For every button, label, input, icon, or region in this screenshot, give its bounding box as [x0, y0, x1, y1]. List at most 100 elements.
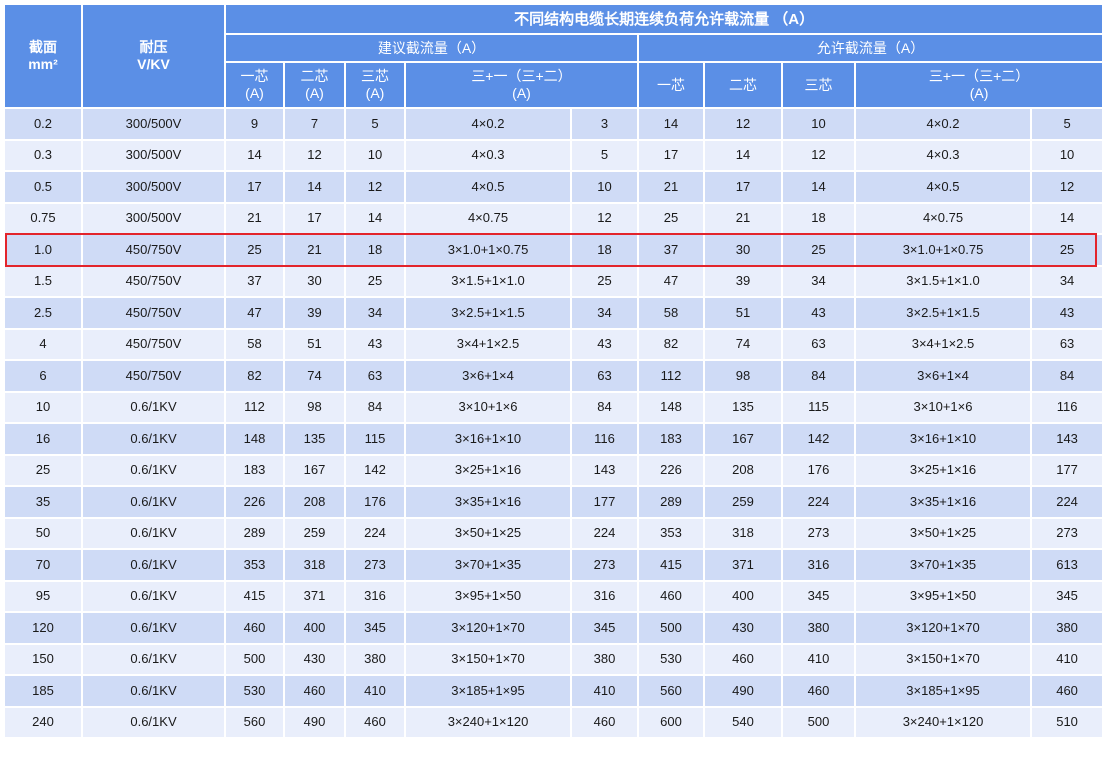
rec-combo-cell: 25	[570, 264, 639, 298]
voltage-header: 耐压 V/KV	[81, 3, 226, 109]
rec-combo-cell: 3	[570, 107, 639, 141]
allow-spec-cell: 3×150+1×70	[854, 642, 1032, 676]
rec-three-core-cell: 380	[344, 642, 406, 676]
rec-three-core-cell: 316	[344, 579, 406, 613]
allow-spec-cell: 4×0.5	[854, 170, 1032, 204]
rec-two-core-cell: 135	[283, 422, 346, 456]
rec-spec-cell: 3×120+1×70	[404, 611, 572, 645]
allow-one-core-cell: 560	[637, 674, 705, 708]
voltage-cell: 450/750V	[81, 233, 226, 267]
rec-spec-cell: 3×4+1×2.5	[404, 327, 572, 361]
allow-spec-cell: 4×0.2	[854, 107, 1032, 141]
allow-spec-cell: 3×95+1×50	[854, 579, 1032, 613]
rec-combo-cell: 84	[570, 390, 639, 424]
allow-two-core-cell: 12	[703, 107, 783, 141]
allow-spec-cell: 3×185+1×95	[854, 674, 1032, 708]
rec-spec-cell: 3×6+1×4	[404, 359, 572, 393]
voltage-cell: 300/500V	[81, 107, 226, 141]
allow-spec-cell: 3×1.5+1×1.0	[854, 264, 1032, 298]
allow-two-core-cell: 14	[703, 138, 783, 172]
allow-one-core-cell: 530	[637, 642, 705, 676]
voltage-cell: 300/500V	[81, 170, 226, 204]
rec-one-core-cell: 530	[224, 674, 285, 708]
rec-two-core-cell: 30	[283, 264, 346, 298]
rec-combo-cell: 380	[570, 642, 639, 676]
rec-spec-cell: 3×10+1×6	[404, 390, 572, 424]
rec-three-core-cell: 460	[344, 705, 406, 739]
allow-three-core-cell: 460	[781, 674, 856, 708]
allow-spec-cell: 3×10+1×6	[854, 390, 1032, 424]
allow-two-core-header: 二芯	[703, 61, 783, 109]
rec-one-core-cell: 14	[224, 138, 285, 172]
allow-combo-cell: 410	[1029, 642, 1105, 676]
allow-one-core-cell: 600	[637, 705, 705, 739]
rec-spec-cell: 3×35+1×16	[404, 485, 572, 519]
rec-combo-cell: 63	[570, 359, 639, 393]
rec-two-core-cell: 98	[283, 390, 346, 424]
rec-spec-cell: 3×185+1×95	[404, 674, 572, 708]
allow-combo-cell: 143	[1029, 422, 1105, 456]
allow-combo-cell: 177	[1029, 453, 1105, 487]
allow-spec-cell: 3×6+1×4	[854, 359, 1032, 393]
allowed-group-header: 允许截流量（A）	[636, 33, 1105, 63]
voltage-cell: 0.6/1KV	[81, 548, 226, 582]
allow-three-core-cell: 224	[781, 485, 856, 519]
allow-two-core-cell: 135	[703, 390, 783, 424]
allow-spec-cell: 3×16+1×10	[854, 422, 1032, 456]
cross-section-cell: 6	[3, 359, 83, 393]
cross-section-cell: 16	[3, 422, 83, 456]
rec-one-core-header: 一芯 (A)	[224, 61, 285, 109]
allow-three-core-cell: 14	[781, 170, 856, 204]
allow-two-core-cell: 51	[703, 296, 783, 330]
allow-spec-cell: 4×0.3	[854, 138, 1032, 172]
rec-combo-cell: 5	[570, 138, 639, 172]
rec-one-core-cell: 148	[224, 422, 285, 456]
table-row: 1.0 450/750V 25 21 18 3×1.0+1×0.75 18 37 30 25 3×1…	[3, 233, 1105, 267]
rec-spec-cell: 4×0.2	[404, 107, 572, 141]
rec-two-core-cell: 400	[283, 611, 346, 645]
rec-one-core-cell: 9	[224, 107, 285, 141]
allow-two-core-cell: 167	[703, 422, 783, 456]
rec-spec-cell: 3×95+1×50	[404, 579, 572, 613]
rec-two-core-unit: (A)	[305, 85, 324, 101]
allow-spec-cell: 3×240+1×120	[854, 705, 1032, 739]
ampacity-table: 截面 mm² 耐压 V/KV 不同结构电缆长期连续负荷允许载流量 （A） 建议截…	[3, 3, 1105, 739]
table-row: 25 0.6/1KV 183 167 142 3×25+1×16 143 226 208 176 3…	[3, 453, 1105, 487]
allow-three-core-cell: 43	[781, 296, 856, 330]
rec-two-core-cell: 167	[283, 453, 346, 487]
rec-spec-cell: 3×1.5+1×1.0	[404, 264, 572, 298]
rec-three-core-cell: 12	[344, 170, 406, 204]
rec-one-core-cell: 58	[224, 327, 285, 361]
rec-two-core-cell: 7	[283, 107, 346, 141]
rec-combo-cell: 410	[570, 674, 639, 708]
allow-two-core-cell: 30	[703, 233, 783, 267]
rec-two-core-cell: 17	[283, 201, 346, 235]
table-row: 35 0.6/1KV 226 208 176 3×35+1×16 177 289 259 224 3…	[3, 485, 1105, 519]
rec-three-core-cell: 115	[344, 422, 406, 456]
allow-one-core-cell: 37	[637, 233, 705, 267]
rec-one-core-unit: (A)	[245, 85, 264, 101]
cross-section-cell: 0.2	[3, 107, 83, 141]
voltage-cell: 450/750V	[81, 327, 226, 361]
table-title: 不同结构电缆长期连续负荷允许载流量 （A）	[223, 3, 1105, 35]
table-row: 6 450/750V 82 74 63 3×6+1×4 63 112 98 84 3×6+1×4 84	[3, 359, 1105, 393]
table-row: 70 0.6/1KV 353 318 273 3×70+1×35 273 415 371 316 3…	[3, 548, 1105, 582]
allow-combo-cell: 14	[1029, 201, 1105, 235]
rec-one-core-cell: 289	[224, 516, 285, 550]
voltage-cell: 450/750V	[81, 359, 226, 393]
allow-combo-cell: 10	[1029, 138, 1105, 172]
table-row: 0.3 300/500V 14 12 10 4×0.3 5 17 14 12 4×0.3 10	[3, 138, 1105, 172]
allow-three-core-cell: 380	[781, 611, 856, 645]
allow-one-core-cell: 17	[637, 138, 705, 172]
cross-section-unit: mm²	[28, 56, 58, 72]
cross-section-cell: 0.5	[3, 170, 83, 204]
cross-section-cell: 95	[3, 579, 83, 613]
rec-three-core-cell: 18	[344, 233, 406, 267]
allow-three-core-cell: 345	[781, 579, 856, 613]
table-row: 0.2 300/500V 9 7 5 4×0.2 3 14 12 10 4×0.2 5	[3, 107, 1105, 141]
voltage-cell: 0.6/1KV	[81, 579, 226, 613]
rec-two-core-cell: 371	[283, 579, 346, 613]
rec-combo-cell: 224	[570, 516, 639, 550]
table-row: 1.5 450/750V 37 30 25 3×1.5+1×1.0 25 47 39 34 3×1.…	[3, 264, 1105, 298]
rec-one-core-cell: 112	[224, 390, 285, 424]
